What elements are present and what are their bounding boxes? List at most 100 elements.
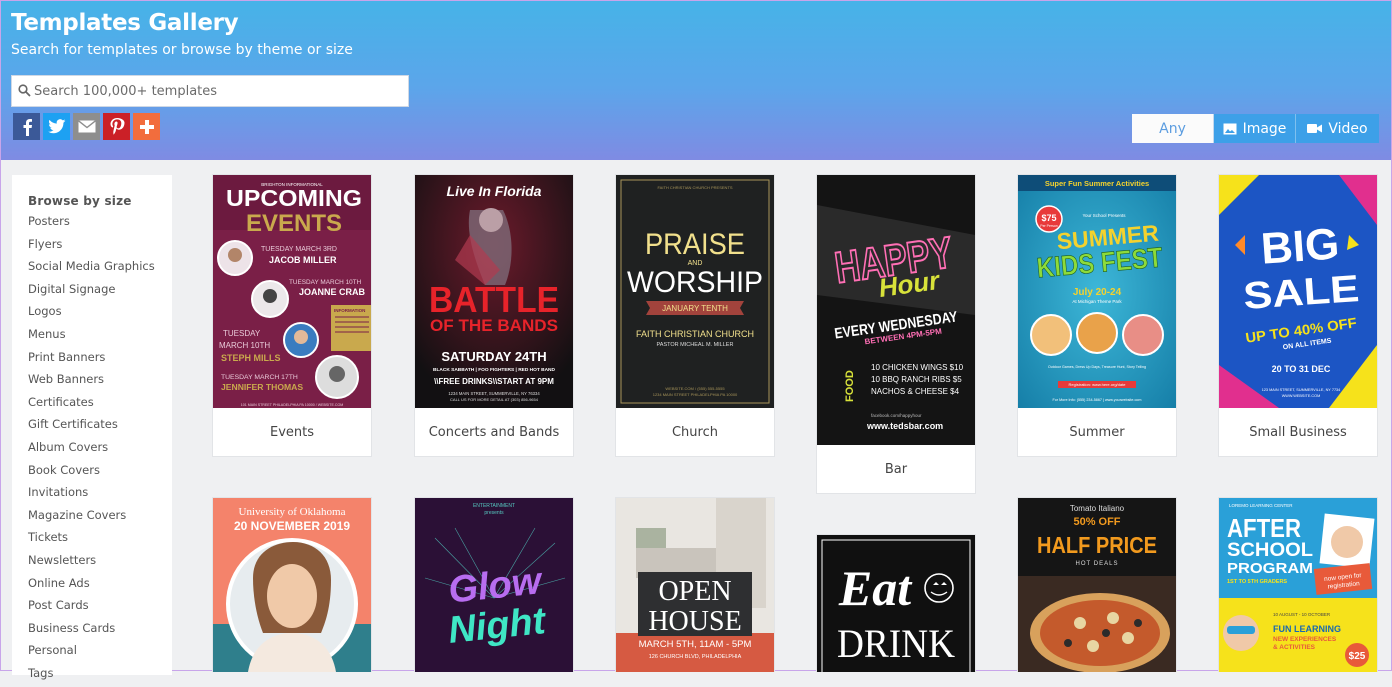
template-card-small-business[interactable]: BIG SALE UP TO 40% OFF ON ALL ITEMS 20 T… <box>1218 174 1378 457</box>
filter-any-button[interactable]: Any <box>1132 114 1214 143</box>
sidebar-item-certificates[interactable]: Certificates <box>28 394 155 417</box>
template-thumbnail: FAITH CHRISTIAN CHURCH PRESENTS PRAISE A… <box>616 175 774 408</box>
poster-text: 123 MAIN STREET, SUMMERVILLE, NY 7734 <box>1262 388 1341 392</box>
sidebar-item-business-cards[interactable]: Business Cards <box>28 620 155 643</box>
template-thumbnail: University of Oklahoma 20 NOVEMBER 2019 <box>213 498 371 672</box>
poster-text: PROGRAM <box>1227 560 1313 577</box>
poster-text: Registration: www.here.org/date <box>1069 382 1127 387</box>
template-card[interactable]: Tomato Italiano 50% OFF HALF PRICE HOT D… <box>1017 497 1177 672</box>
template-card-bar[interactable]: HAPPY Hour EVERY WEDNESDAY BETWEEN 4PM-5… <box>816 174 976 494</box>
filter-video-button[interactable]: Video <box>1296 114 1379 143</box>
poster-text: NEW EXPERIENCES <box>1273 636 1337 643</box>
template-card-summer[interactable]: Super Fun Summer Activities $75 Per Pers… <box>1017 174 1177 457</box>
image-icon <box>1223 123 1237 134</box>
template-card[interactable]: University of Oklahoma 20 NOVEMBER 2019 <box>212 497 372 672</box>
search-box[interactable] <box>11 75 409 107</box>
email-share-button[interactable] <box>73 113 100 140</box>
sidebar-item-web-banners[interactable]: Web Banners <box>28 371 155 394</box>
poster-text: JACOB MILLER <box>269 255 337 265</box>
poster-text: TUESDAY <box>223 329 261 338</box>
poster-text: 1234 MAIN STREET PHILADELPHIA PA 10000 <box>653 392 738 397</box>
sidebar-item-post-cards[interactable]: Post Cards <box>28 597 155 620</box>
template-card-events[interactable]: BRIGHTON INFORMATIONAL UPCOMING EVENTS T… <box>212 174 372 457</box>
poster-text: 1ST TO 5TH GRADERS <box>1227 579 1287 585</box>
template-category-label: Church <box>671 425 718 440</box>
sidebar-item-tickets[interactable]: Tickets <box>28 529 155 552</box>
template-thumbnail: Super Fun Summer Activities $75 Per Pers… <box>1018 175 1176 408</box>
sidebar-item-newsletters[interactable]: Newsletters <box>28 552 155 575</box>
poster-text: PASTOR MICHEAL M. MILLER <box>657 342 734 348</box>
poster-text: HOT DEALS <box>1076 561 1119 567</box>
sidebar-heading: Browse by size <box>28 194 132 208</box>
poster-text: SATURDAY 24TH <box>441 349 546 364</box>
sidebar-item-online-ads[interactable]: Online Ads <box>28 575 155 598</box>
poster-text: Per Person <box>1040 224 1058 228</box>
sidebar-item-flyers[interactable]: Flyers <box>28 236 155 259</box>
poster-text: WEBSITE.COM / (555) 555-5555 <box>665 386 725 391</box>
sidebar-item-logos[interactable]: Logos <box>28 303 155 326</box>
template-card-church[interactable]: FAITH CHRISTIAN CHURCH PRESENTS PRAISE A… <box>615 174 775 457</box>
sidebar-item-print-banners[interactable]: Print Banners <box>28 349 155 372</box>
poster-text: STEPH MILLS <box>221 353 281 363</box>
sidebar-item-digital-signage[interactable]: Digital Signage <box>28 281 155 304</box>
sidebar-item-tags[interactable]: Tags <box>28 665 155 687</box>
poster-text: NACHOS & CHEESE $4 <box>871 387 960 396</box>
template-card[interactable]: OPEN HOUSE MARCH 5TH, 11AM - 5PM 126 CHU… <box>615 497 775 672</box>
poster-text: JENNIFER THOMAS <box>221 382 303 392</box>
poster-text: AFTER <box>1227 513 1301 543</box>
template-thumbnail: Live In Florida BATTLE OF THE BANDS SATU… <box>415 175 573 408</box>
poster-text: \\FREE DRINKS\\START AT 9PM <box>434 377 554 386</box>
poster-text: Eat <box>838 560 913 616</box>
poster-text: DRINK <box>837 621 955 666</box>
poster-text: Outdoor Games, Dress Up Days, Treasure H… <box>1048 365 1146 369</box>
poster-text: EVENTS <box>246 210 342 237</box>
twitter-share-button[interactable] <box>43 113 70 140</box>
poster-text: 126 CHURCH BLVD, PHILADELPHIA <box>649 654 742 660</box>
sidebar-item-social-media-graphics[interactable]: Social Media Graphics <box>28 258 155 281</box>
poster-text: HOUSE <box>648 606 741 637</box>
more-share-button[interactable] <box>133 113 160 140</box>
template-card[interactable]: ENTERTAINMENT presents Glow Night <box>414 497 574 672</box>
browse-by-size-sidebar: Browse by size Posters Flyers Social Med… <box>12 175 172 680</box>
pinterest-share-button[interactable] <box>103 113 130 140</box>
sidebar-item-magazine-covers[interactable]: Magazine Covers <box>28 507 155 530</box>
poster-text: OF THE BANDS <box>430 316 558 335</box>
poster-text: BATTLE <box>429 279 559 320</box>
poster-text: UPCOMING <box>226 185 362 211</box>
sidebar-item-personal[interactable]: Personal <box>28 642 155 665</box>
template-thumbnail: OPEN HOUSE MARCH 5TH, 11AM - 5PM 126 CHU… <box>616 498 774 672</box>
twitter-icon <box>47 119 65 134</box>
template-category-label: Bar <box>884 462 908 477</box>
poster-text: 50% OFF <box>1073 516 1120 528</box>
sidebar-item-book-covers[interactable]: Book Covers <box>28 462 155 485</box>
sidebar-item-posters[interactable]: Posters <box>28 213 155 236</box>
poster-text: 1234 MAIN STREET, SUMMERVILLE, NY 76334 <box>448 391 540 396</box>
template-card-concerts-and-bands[interactable]: Live In Florida BATTLE OF THE BANDS SATU… <box>414 174 574 457</box>
poster-text: 20 TO 31 DEC <box>1272 364 1331 374</box>
search-icon <box>18 84 31 97</box>
poster-text: SCHOOL <box>1227 540 1313 561</box>
sidebar-item-gift-certificates[interactable]: Gift Certificates <box>28 416 155 439</box>
template-thumbnail: Eat DRINK <box>817 535 975 672</box>
template-category-label: Events <box>269 425 314 440</box>
sidebar-item-invitations[interactable]: Invitations <box>28 484 155 507</box>
poster-text: TUESDAY MARCH 10TH <box>289 279 362 286</box>
template-thumbnail: Tomato Italiano 50% OFF HALF PRICE HOT D… <box>1018 498 1176 672</box>
poster-text: CALL US FOR MORE DETAIL AT (303) 856-965… <box>450 397 539 402</box>
filter-image-button[interactable]: Image <box>1214 114 1296 143</box>
template-card[interactable]: LOREMO LEARNING CENTER AFTER SCHOOL PROG… <box>1218 497 1378 672</box>
poster-text: BLACK SABBATH | FOO FIGHTERS | RED HOT B… <box>433 367 556 373</box>
poster-text: TUESDAY MARCH 3RD <box>261 246 337 253</box>
sidebar-item-menus[interactable]: Menus <box>28 326 155 349</box>
email-icon <box>77 120 96 133</box>
template-category-label: Small Business <box>1249 425 1347 440</box>
template-card[interactable]: Eat DRINK <box>816 534 976 672</box>
facebook-icon <box>23 118 32 136</box>
poster-text: FAITH CHRISTIAN CHURCH PRESENTS <box>657 185 732 190</box>
poster-text: University of Oklahoma <box>239 506 346 518</box>
facebook-share-button[interactable] <box>13 113 40 140</box>
search-input[interactable] <box>34 76 404 106</box>
sidebar-item-album-covers[interactable]: Album Covers <box>28 439 155 462</box>
template-thumbnail: LOREMO LEARNING CENTER AFTER SCHOOL PROG… <box>1219 498 1377 672</box>
poster-text: WWW.WEBSITE.COM <box>1282 394 1321 398</box>
